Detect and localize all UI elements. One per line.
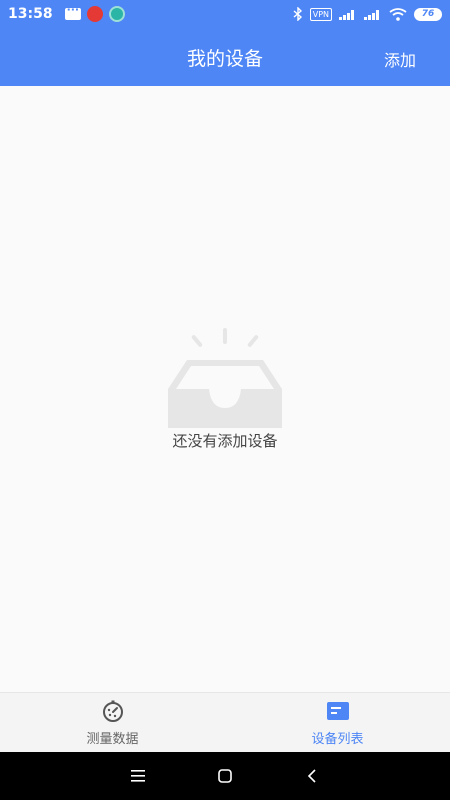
home-icon	[218, 769, 232, 783]
device-list-icon	[326, 701, 349, 720]
tab-label-device-list: 设备列表	[311, 731, 364, 747]
app-notification-icon	[108, 6, 125, 22]
wifi-icon	[389, 7, 407, 21]
empty-inbox-icon	[168, 328, 282, 428]
home-button[interactable]	[213, 764, 237, 788]
device-list-content: 还没有添加设备	[0, 86, 450, 692]
music-app-notification-icon	[86, 6, 103, 22]
status-bar: 13:58 VPN 76	[0, 0, 450, 28]
empty-state-message: 还没有添加设备	[172, 432, 278, 450]
add-device-button[interactable]: 添加	[384, 47, 416, 71]
tab-label-measurement: 测量数据	[86, 731, 139, 747]
status-right: VPN 76	[293, 7, 442, 21]
stopwatch-icon	[102, 700, 123, 722]
signal-icon-2	[364, 10, 379, 20]
app-bar: 我的设备 添加	[0, 28, 450, 86]
menu-icon	[131, 770, 146, 782]
bluetooth-icon	[293, 7, 302, 21]
page-title: 我的设备	[186, 47, 263, 70]
vpn-badge: VPN	[309, 7, 332, 21]
message-notification-icon	[64, 3, 81, 20]
menu-button[interactable]	[126, 764, 150, 788]
battery-icon: 76	[414, 7, 442, 21]
tab-device-list[interactable]: 设备列表	[225, 693, 450, 752]
status-time: 13:58	[8, 6, 53, 22]
bottom-tab-bar: 测量数据 设备列表	[0, 692, 450, 752]
back-button[interactable]	[300, 764, 324, 788]
signal-icon	[339, 10, 354, 20]
back-icon	[307, 769, 316, 783]
status-left: 13:58	[8, 3, 125, 22]
tab-measurement-data[interactable]: 测量数据	[0, 693, 225, 752]
system-nav-bar	[0, 752, 450, 800]
